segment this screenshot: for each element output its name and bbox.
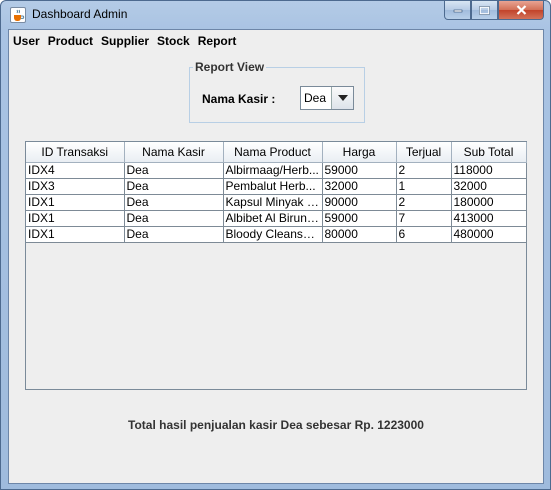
cell-nama-kasir[interactable]: Dea [124,162,224,179]
cell-nama-product[interactable]: Bloody Cleanse... [223,226,323,243]
cell-nama-product[interactable]: Albibet Al Biruni... [223,210,323,227]
caption-buttons [444,1,544,21]
column-header-nama-product[interactable]: Nama Product [223,142,323,163]
transaction-table: ID Transaksi Nama Kasir Nama Product Har… [26,142,527,243]
column-header-terjual[interactable]: Terjual [396,142,452,163]
table-header-row: ID Transaksi Nama Kasir Nama Product Har… [26,142,527,163]
cell-harga[interactable]: 59000 [322,210,397,227]
cell-nama-kasir[interactable]: Dea [124,226,224,243]
cell-harga[interactable]: 80000 [322,226,397,243]
table-row[interactable]: IDX3 Dea Pembalut Herb... 32000 1 32000 [26,178,527,195]
cell-id-transaksi[interactable]: IDX4 [26,162,125,179]
menu-user[interactable]: User [9,34,44,48]
cell-sub-total[interactable]: 180000 [451,194,527,211]
cell-sub-total[interactable]: 118000 [451,162,527,179]
cell-nama-kasir[interactable]: Dea [124,178,224,195]
client-area: User Product Supplier Stock Report Repor… [8,29,544,484]
cell-terjual[interactable]: 7 [396,210,452,227]
cell-terjual[interactable]: 1 [396,178,452,195]
cell-id-transaksi[interactable]: IDX1 [26,210,125,227]
nama-kasir-label: Nama Kasir : [202,92,276,106]
close-icon [516,5,526,15]
table-row[interactable]: IDX1 Dea Albibet Al Biruni... 59000 7 41… [26,210,527,227]
cell-sub-total[interactable]: 480000 [451,226,527,243]
cell-nama-kasir[interactable]: Dea [124,194,224,211]
minimize-button[interactable] [444,1,471,20]
column-header-harga[interactable]: Harga [322,142,397,163]
menu-bar: User Product Supplier Stock Report [9,30,543,52]
report-view-panel: Report View Nama Kasir : Dea [189,60,365,123]
kasir-select[interactable]: Dea [300,86,354,110]
kasir-select-arrow-button[interactable] [331,87,353,109]
cell-terjual[interactable]: 6 [396,226,452,243]
cell-terjual[interactable]: 2 [396,162,452,179]
close-button[interactable] [498,1,544,20]
cell-id-transaksi[interactable]: IDX3 [26,178,125,195]
cell-nama-product[interactable]: Pembalut Herb... [223,178,323,195]
transaction-table-scrollpane[interactable]: ID Transaksi Nama Kasir Nama Product Har… [25,141,527,390]
minimize-icon [453,9,462,13]
cell-harga[interactable]: 32000 [322,178,397,195]
menu-stock[interactable]: Stock [153,34,194,48]
menu-product[interactable]: Product [44,34,97,48]
maximize-icon [479,5,490,15]
java-cup-icon[interactable] [10,7,26,23]
cell-sub-total[interactable]: 413000 [451,210,527,227]
menu-report[interactable]: Report [194,34,241,48]
cell-nama-product[interactable]: Albirmaag/Herb... [223,162,323,179]
cell-harga[interactable]: 59000 [322,162,397,179]
maximize-button[interactable] [471,1,498,20]
cell-nama-product[interactable]: Kapsul Minyak I... [223,194,323,211]
sales-total-summary: Total hasil penjualan kasir Dea sebesar … [128,418,424,432]
window-title: Dashboard Admin [32,7,128,21]
app-window: Dashboard Admin User Product Supplier St… [0,0,551,490]
report-view-legend: Report View [193,60,267,74]
column-header-id-transaksi[interactable]: ID Transaksi [26,142,125,163]
dropdown-arrow-icon [337,95,348,101]
column-header-sub-total[interactable]: Sub Total [451,142,527,163]
table-row[interactable]: IDX1 Dea Kapsul Minyak I... 90000 2 1800… [26,194,527,211]
cell-nama-kasir[interactable]: Dea [124,210,224,227]
cell-id-transaksi[interactable]: IDX1 [26,226,125,243]
kasir-select-value: Dea [301,87,331,109]
menu-supplier[interactable]: Supplier [97,34,153,48]
cell-sub-total[interactable]: 32000 [451,178,527,195]
cell-harga[interactable]: 90000 [322,194,397,211]
title-bar[interactable]: Dashboard Admin [1,1,550,29]
cell-terjual[interactable]: 2 [396,194,452,211]
table-row[interactable]: IDX4 Dea Albirmaag/Herb... 59000 2 11800… [26,162,527,179]
column-header-nama-kasir[interactable]: Nama Kasir [124,142,224,163]
cell-id-transaksi[interactable]: IDX1 [26,194,125,211]
table-row[interactable]: IDX1 Dea Bloody Cleanse... 80000 6 48000… [26,226,527,243]
